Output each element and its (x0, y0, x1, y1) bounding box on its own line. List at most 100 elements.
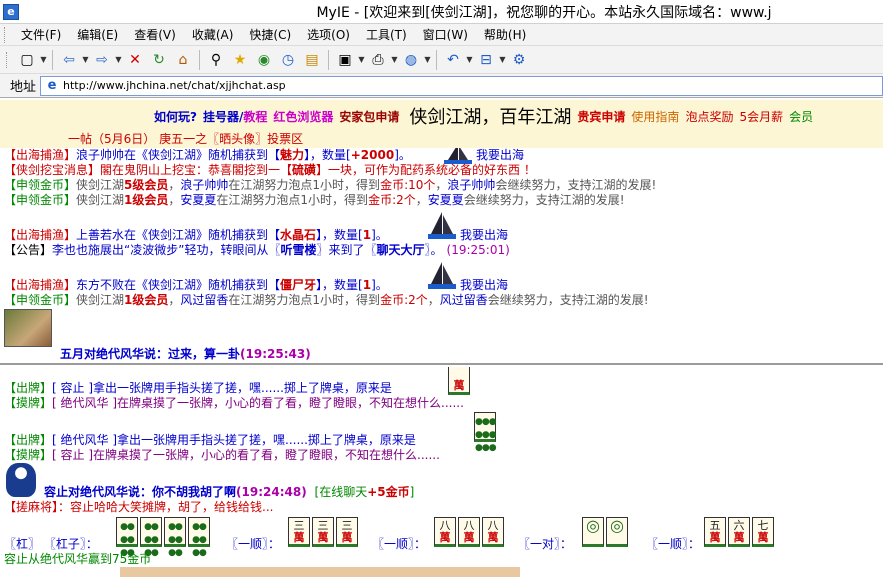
mahjong-tile: ◎ (582, 517, 604, 547)
tab-icon[interactable]: ⊟ (475, 49, 497, 71)
chevron-down-icon[interactable]: ▼ (357, 55, 366, 64)
back-icon[interactable]: ⇦ (58, 49, 80, 71)
menu-favorites[interactable]: 收藏(A) (184, 25, 242, 45)
msg-tag: 【搓麻将】 (4, 500, 59, 514)
menu-options[interactable]: 选项(O) (299, 25, 358, 45)
undo-icon[interactable]: ↶ (442, 49, 464, 71)
user-avatar (6, 463, 36, 497)
user-name[interactable]: 浪子帅帅 (447, 178, 495, 192)
room-link[interactable]: 聊天大厅 (376, 243, 424, 257)
msg-text: [ 绝代风华 ]在牌桌摸了一张牌，小心的看了看，瞪了瞪眼，不知在想什么.....… (52, 396, 464, 410)
new-page-icon[interactable]: ▢ (16, 49, 38, 71)
msg-item: 僵尸牙 (280, 278, 317, 292)
msg-receiver[interactable]: 绝代风华 (96, 347, 144, 361)
nav-monthly-pay[interactable]: 5会月薪 (739, 108, 783, 125)
chevron-down-icon[interactable]: ▼ (423, 55, 432, 64)
myie-app-icon[interactable]: e (3, 3, 19, 20)
mahjong-tile: ◎ (606, 517, 628, 547)
user-name[interactable]: 风过留香 (180, 293, 228, 307)
user-name[interactable]: 浪子帅帅 (180, 178, 228, 192)
msg-text: ]。 (394, 148, 411, 162)
msg-receiver[interactable]: 绝代风华 (80, 485, 128, 499)
menu-file[interactable]: 文件(F) (13, 25, 69, 45)
menu-tools[interactable]: 工具(T) (358, 25, 415, 45)
msg-sender[interactable]: 五月对 (60, 347, 96, 361)
refresh-icon[interactable]: ↻ (148, 49, 170, 71)
msg-text: 】，数量[ (316, 278, 363, 292)
msg-tag: 【申领金币】 (4, 293, 77, 307)
chevron-down-icon[interactable]: ▼ (465, 55, 474, 64)
msg-text: ， (168, 193, 181, 207)
nav-register-tool[interactable]: 挂号器/ (203, 108, 243, 125)
go-sea-link[interactable]: 我要出海 (460, 278, 508, 292)
window-icon[interactable]: ▣ (334, 49, 356, 71)
go-icon[interactable]: ◉ (253, 49, 275, 71)
stop-icon[interactable]: ✕ (124, 49, 146, 71)
forward-icon[interactable]: ⇨ (91, 49, 113, 71)
msg-tag: 【摸牌】 (4, 448, 53, 462)
menu-help[interactable]: 帮助(H) (476, 25, 534, 45)
address-box[interactable]: e (40, 75, 883, 96)
chevron-down-icon[interactable]: ▼ (39, 55, 48, 64)
chevron-down-icon[interactable]: ▼ (114, 55, 123, 64)
msg-count: :10个 (404, 178, 436, 192)
toolbar-grip (6, 51, 9, 68)
globe-icon[interactable]: ◍ (400, 49, 422, 71)
go-sea-link[interactable]: 我要出海 (476, 148, 524, 162)
chat-pane-public[interactable]: 【出海捕渔】浪子帅帅在《侠剑江湖》随机捕获到【魅力】，数量[+2000]。 我要… (0, 148, 883, 365)
user-name[interactable]: 安夏夏 (180, 193, 216, 207)
msg-item: 硫磺 (292, 163, 317, 177)
nav-member[interactable]: 会员 (789, 108, 813, 125)
nav-home-package[interactable]: 安家包申请 (339, 108, 399, 125)
settings-icon[interactable]: ⚙ (508, 49, 530, 71)
menu-view[interactable]: 查看(V) (126, 25, 184, 45)
boat-icon[interactable] (426, 260, 458, 292)
history-icon[interactable]: ◷ (277, 49, 299, 71)
favorites-icon[interactable]: ★ (229, 49, 251, 71)
msg-gold: +5金币 (367, 485, 410, 499)
msg-text: 会继续努力，支持江湖的发展! (495, 178, 657, 192)
meld-label: 〖一顺〗： (646, 537, 701, 551)
mahjong-tile: ●● ●● ●● (116, 517, 138, 558)
notes-icon[interactable]: ▤ (301, 49, 323, 71)
nav-how-to-play[interactable]: 如何玩? (154, 108, 197, 125)
notice-link[interactable]: 一帖（5月6日） 庚五一之〖晒头像〗投票区 (0, 132, 883, 148)
address-input[interactable] (63, 77, 882, 94)
menu-window[interactable]: 窗口(W) (415, 25, 476, 45)
msg-text: 说：你不胡我胡了啊 (128, 485, 237, 499)
menu-shortcuts[interactable]: 快捷(C) (241, 25, 299, 45)
msg-text: [ 绝代风华 ]拿出一张牌用手指头搓了搓，嘿......掷上了牌桌，原来是 (52, 433, 416, 447)
msg-text: 〗。 (424, 243, 443, 257)
mahjong-tile: ●● ●● ●● (140, 517, 162, 558)
mahjong-tile: ●●● ●●● ●●● (474, 412, 497, 453)
msg-tag: 【侠剑挖宝消息】 (4, 163, 101, 177)
menu-edit[interactable]: 编辑(E) (69, 25, 126, 45)
user-name[interactable]: 安夏夏 (428, 193, 464, 207)
chevron-down-icon[interactable]: ▼ (390, 55, 399, 64)
chat-pane-mahjong[interactable]: 【出牌】[ 容止 ]拿出一张牌用手指头搓了搓，嘿......掷上了牌桌，原来是 … (0, 367, 883, 577)
chat-line: 【出海捕渔】东方不败在《侠剑江湖》随机捕获到【僵尸牙】，数量[1]。 (4, 278, 388, 292)
msg-tag: 【出海捕渔】 (4, 228, 77, 242)
room-link[interactable]: 听雪楼 (280, 243, 316, 257)
search-icon[interactable]: ⚲ (205, 49, 227, 71)
msg-text: 侠剑江湖 (76, 293, 125, 307)
print-icon[interactable]: ⎙ (367, 49, 389, 71)
nav-tutorial[interactable]: 教程 (243, 108, 267, 125)
msg-sender[interactable]: 容止对 (44, 485, 80, 499)
msg-text: 侠剑江湖 (76, 178, 125, 192)
msg-count: :2个 (392, 193, 416, 207)
nav-red-browser[interactable]: 红色浏览器 (273, 108, 333, 125)
chevron-down-icon[interactable]: ▼ (81, 55, 90, 64)
user-name[interactable]: 风过留香 (440, 293, 488, 307)
chat-line: 【出牌】[ 绝代风华 ]拿出一张牌用手指头搓了搓，嘿......掷上了牌桌，原来… (4, 433, 416, 447)
go-sea-link[interactable]: 我要出海 (460, 228, 508, 242)
chevron-down-icon[interactable]: ▼ (498, 55, 507, 64)
home-icon[interactable]: ⌂ (172, 49, 194, 71)
nav-online-reward[interactable]: 泡点奖励 (685, 108, 733, 125)
user-avatar (4, 309, 52, 347)
boat-icon[interactable] (426, 210, 458, 242)
chat-line: 五月对绝代风华说：过来，算一卦(19:25:43) (60, 347, 311, 361)
chat-line: 【搓麻将】：容止哈哈大笑摊牌，胡了，给钱给钱... (4, 500, 273, 514)
nav-guide[interactable]: 使用指南 (631, 108, 679, 125)
nav-vip-apply[interactable]: 贵宾申请 (577, 108, 625, 125)
